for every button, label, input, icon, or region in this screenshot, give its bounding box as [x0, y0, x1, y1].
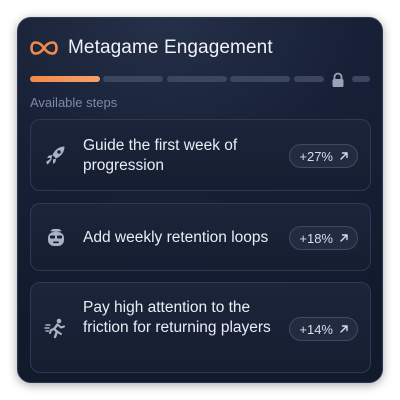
rocket-icon: [43, 142, 69, 168]
progress-segment: [167, 76, 227, 82]
robot-face-icon: [43, 225, 69, 251]
progress-segment: [230, 76, 290, 82]
card-header: Metagame Engagement: [30, 34, 273, 62]
impact-badge: +27%: [289, 144, 358, 168]
lock-icon: [328, 70, 348, 90]
progress-track: [30, 70, 370, 88]
running-person-icon: [43, 316, 69, 342]
progress-segment: [352, 76, 370, 82]
step-card[interactable]: Add weekly retention loops +18%: [30, 203, 371, 271]
step-card[interactable]: Pay high attention to the friction for r…: [30, 282, 371, 373]
section-label: Available steps: [30, 95, 118, 110]
card-title: Metagame Engagement: [68, 37, 273, 58]
impact-badge: +18%: [289, 226, 358, 250]
arrow-up-right-icon: [340, 325, 348, 333]
impact-badge: +14%: [289, 317, 358, 341]
infinity-icon: [30, 38, 58, 58]
step-text: Pay high attention to the friction for r…: [83, 299, 271, 336]
progress-segment: [294, 76, 324, 82]
progress-segment: [103, 76, 163, 82]
step-text: Add weekly retention loops: [83, 229, 269, 246]
step-card[interactable]: Guide the first week of progression +27%: [30, 119, 371, 191]
step-text: Guide the first week of progression: [83, 137, 238, 174]
badge-value: +27%: [299, 148, 333, 164]
arrow-up-right-icon: [340, 152, 348, 160]
badge-value: +14%: [299, 321, 333, 337]
progress-segment: [30, 76, 100, 82]
engagement-card: Metagame Engagement Available steps Guid…: [17, 17, 383, 383]
arrow-up-right-icon: [340, 234, 348, 242]
badge-value: +18%: [299, 230, 333, 246]
